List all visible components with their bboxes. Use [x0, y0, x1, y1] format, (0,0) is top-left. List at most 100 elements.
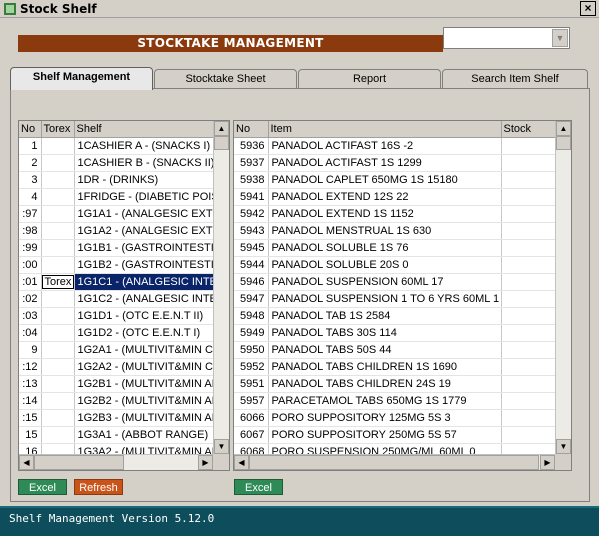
cell-no[interactable]: 5950 — [234, 341, 269, 359]
table-row[interactable]: 5943 PANADOL MENSTRUAL 1S 630 — [234, 222, 558, 240]
scroll-down-icon[interactable]: ▼ — [214, 439, 229, 454]
cell-item[interactable]: PORO SUPPOSITORY 250MG 5S 57 — [268, 426, 502, 444]
cell-torex[interactable] — [41, 137, 75, 155]
cell-item[interactable]: PARACETAMOL TABS 650MG 1S 1779 — [268, 392, 502, 410]
cell-shelf[interactable]: 1G3A1 - (ABBOT RANGE) — [74, 426, 216, 444]
cell-stock[interactable] — [501, 341, 558, 359]
chevron-down-icon[interactable]: ▼ — [552, 29, 568, 47]
table-row[interactable]: 1 1CASHIER A - (SNACKS I) — [19, 137, 216, 155]
cell-no[interactable]: 5944 — [234, 256, 269, 274]
table-row[interactable]: 5946 PANADOL SUSPENSION 60ML 17 — [234, 273, 558, 291]
torex-cell-editor[interactable]: Torex — [41, 274, 73, 289]
cell-item[interactable]: PANADOL TABS CHILDREN 24S 19 — [268, 375, 502, 393]
cell-stock[interactable] — [501, 188, 558, 206]
cell-stock[interactable] — [501, 205, 558, 223]
cell-no[interactable]: 5951 — [234, 375, 269, 393]
cell-no[interactable]: 5949 — [234, 324, 269, 342]
cell-torex[interactable] — [41, 171, 75, 189]
table-row[interactable]: 15 1G3A1 - (ABBOT RANGE) — [19, 426, 216, 444]
scroll-left-icon[interactable]: ◀ — [234, 455, 249, 470]
cell-item[interactable]: PANADOL SOLUBLE 20S 0 — [268, 256, 502, 274]
table-row[interactable]: 5948 PANADOL TAB 1S 2584 — [234, 307, 558, 325]
cell-stock[interactable] — [501, 375, 558, 393]
excel-export-item-button[interactable]: Excel — [234, 479, 283, 495]
table-row[interactable]: :03 1G1D1 - (OTC E.E.N.T II) — [19, 307, 216, 325]
cell-torex[interactable] — [41, 409, 75, 427]
cell-no[interactable]: 5947 — [234, 290, 269, 308]
cell-no[interactable]: 5952 — [234, 358, 269, 376]
table-row[interactable]: 5947 PANADOL SUSPENSION 1 TO 6 YRS 60ML 1 — [234, 290, 558, 308]
column-header-shelf[interactable]: Shelf — [74, 121, 216, 138]
scroll-down-icon[interactable]: ▼ — [556, 439, 571, 454]
cell-torex[interactable] — [41, 256, 75, 274]
table-row[interactable]: 5950 PANADOL TABS 50S 44 — [234, 341, 558, 359]
table-row[interactable]: 5944 PANADOL SOLUBLE 20S 0 — [234, 256, 558, 274]
cell-no[interactable]: :97 — [19, 205, 42, 223]
cell-item[interactable]: PANADOL SOLUBLE 1S 76 — [268, 239, 502, 257]
cell-torex[interactable] — [41, 392, 75, 410]
tab-shelf-management[interactable]: Shelf Management — [10, 67, 153, 90]
cell-no[interactable]: 2 — [19, 154, 42, 172]
cell-torex[interactable] — [41, 154, 75, 172]
cell-item[interactable]: PANADOL SUSPENSION 1 TO 6 YRS 60ML 1 — [268, 290, 502, 308]
vertical-scrollbar[interactable]: ▲ ▼ — [555, 121, 571, 454]
cell-no[interactable]: 5948 — [234, 307, 269, 325]
cell-torex[interactable] — [41, 375, 75, 393]
scroll-right-icon[interactable]: ▶ — [540, 455, 555, 470]
cell-shelf[interactable]: 1G2B1 - (MULTIVIT&MIN AD — [74, 375, 216, 393]
table-row[interactable]: :99 1G1B1 - (GASTROINTESTIN — [19, 239, 216, 257]
item-grid[interactable]: No Item Stock 5936 PANADOL ACTIFAST 16S -… — [233, 120, 572, 471]
cell-shelf[interactable]: 1G1B1 - (GASTROINTESTIN — [74, 239, 216, 257]
cell-item[interactable]: PANADOL TABS 50S 44 — [268, 341, 502, 359]
cell-stock[interactable] — [501, 409, 558, 427]
cell-no[interactable]: 5937 — [234, 154, 269, 172]
cell-stock[interactable] — [501, 171, 558, 189]
column-header-no[interactable]: No — [19, 121, 42, 138]
cell-no[interactable]: 3 — [19, 171, 42, 189]
cell-stock[interactable] — [501, 307, 558, 325]
table-row[interactable]: 5937 PANADOL ACTIFAST 1S 1299 — [234, 154, 558, 172]
table-row[interactable]: :00 1G1B2 - (GASTROINTESTIN — [19, 256, 216, 274]
cell-shelf[interactable]: 1DR - (DRINKS) — [74, 171, 216, 189]
cell-no[interactable]: 15 — [19, 426, 42, 444]
scroll-thumb[interactable] — [556, 136, 571, 150]
cell-torex[interactable] — [41, 290, 75, 308]
cell-no[interactable]: :14 — [19, 392, 42, 410]
close-icon[interactable]: × — [580, 1, 596, 16]
cell-no[interactable]: :15 — [19, 409, 42, 427]
cell-shelf[interactable]: 1G2B2 - (MULTIVIT&MIN AD — [74, 392, 216, 410]
horizontal-scrollbar[interactable]: ◀ ▶ — [19, 454, 213, 470]
table-row[interactable]: 5941 PANADOL EXTEND 12S 22 — [234, 188, 558, 206]
cell-no[interactable]: 5957 — [234, 392, 269, 410]
store-dropdown[interactable]: ▼ — [443, 27, 570, 49]
cell-no[interactable]: 1 — [19, 137, 42, 155]
table-row[interactable]: 5936 PANADOL ACTIFAST 16S -2 — [234, 137, 558, 155]
table-row[interactable]: 6066 PORO SUPPOSITORY 125MG 5S 3 — [234, 409, 558, 427]
table-row[interactable]: 5952 PANADOL TABS CHILDREN 1S 1690 — [234, 358, 558, 376]
column-header-item[interactable]: Item — [268, 121, 502, 138]
cell-item[interactable]: PANADOL SUSPENSION 60ML 17 — [268, 273, 502, 291]
cell-stock[interactable] — [501, 358, 558, 376]
cell-torex[interactable] — [41, 358, 75, 376]
cell-no[interactable]: :00 — [19, 256, 42, 274]
cell-shelf[interactable]: 1G1A1 - (ANALGESIC EXTE — [74, 205, 216, 223]
table-row[interactable]: :04 1G1D2 - (OTC E.E.N.T I) — [19, 324, 216, 342]
table-row[interactable]: :98 1G1A2 - (ANALGESIC EXTE — [19, 222, 216, 240]
cell-no[interactable]: 5936 — [234, 137, 269, 155]
cell-torex[interactable] — [41, 205, 75, 223]
tab-search-item-shelf[interactable]: Search Item Shelf — [442, 69, 588, 89]
table-row[interactable]: 3 1DR - (DRINKS) — [19, 171, 216, 189]
cell-no[interactable]: 5941 — [234, 188, 269, 206]
tab-report[interactable]: Report — [298, 69, 441, 89]
cell-no[interactable]: :12 — [19, 358, 42, 376]
column-header-stock[interactable]: Stock — [501, 121, 558, 138]
table-row[interactable]: :13 1G2B1 - (MULTIVIT&MIN AD — [19, 375, 216, 393]
cell-no[interactable]: 9 — [19, 341, 42, 359]
cell-shelf[interactable]: 1G2B3 - (MULTIVIT&MIN AD — [74, 409, 216, 427]
cell-stock[interactable] — [501, 256, 558, 274]
cell-shelf[interactable]: 1CASHIER B - (SNACKS II) — [74, 154, 216, 172]
cell-no[interactable]: 6066 — [234, 409, 269, 427]
cell-no[interactable]: :98 — [19, 222, 42, 240]
table-row[interactable]: :12 1G2A2 - (MULTIVIT&MIN CH — [19, 358, 216, 376]
table-row[interactable]: :01 Torex 1G1C1 - (ANALGESIC INTER — [19, 273, 216, 291]
